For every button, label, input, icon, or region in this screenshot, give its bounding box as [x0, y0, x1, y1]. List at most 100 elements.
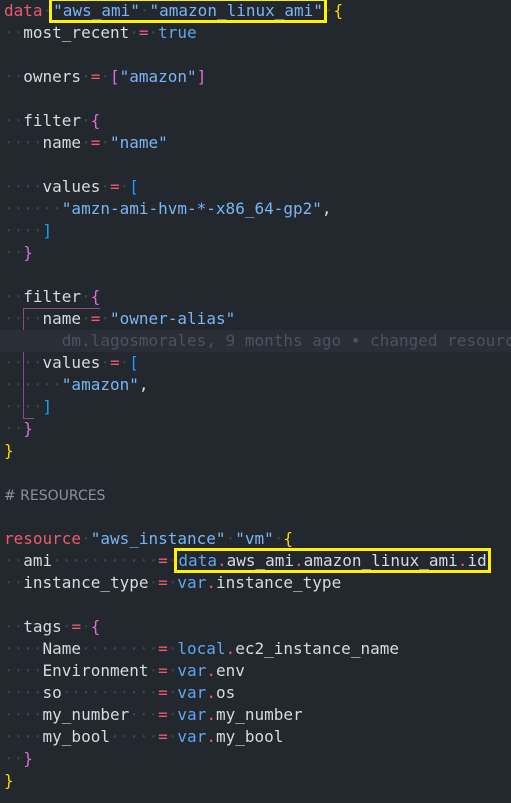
op-token: = — [90, 133, 101, 152]
id-token: , — [138, 375, 149, 394]
whitespace-marker: · — [100, 133, 110, 152]
highlight-box: "aws_ami"·"amazon_linux_ami" — [49, 0, 327, 23]
code-editor[interactable]: data·"aws_ami"·"amazon_linux_ami"·{··mos… — [0, 0, 511, 803]
id-token: name — [42, 309, 82, 328]
code-line[interactable]: ··filter·{ — [0, 110, 511, 132]
whitespace-marker: ···· — [4, 353, 43, 372]
code-line[interactable]: ····Name········=·local.ec2_instance_nam… — [0, 638, 511, 660]
whitespace-marker: · — [100, 309, 110, 328]
whitespace-marker: · — [61, 617, 72, 636]
code-line[interactable]: ····my_bool·····=·var.my_bool — [0, 726, 511, 748]
id-token: , — [321, 199, 332, 218]
whitespace-marker: ···· — [4, 177, 43, 196]
dot-token: . — [457, 551, 468, 570]
b2-token: { — [90, 617, 101, 636]
code-line[interactable]: ····] — [0, 396, 511, 418]
code-line[interactable]: } — [0, 440, 511, 462]
id-token: id — [467, 551, 487, 570]
code-line[interactable]: } — [0, 770, 511, 792]
code-line[interactable] — [0, 506, 511, 528]
op-token: = — [158, 683, 168, 702]
code-line[interactable]: data·"aws_ami"·"amazon_linux_ami"·{ — [0, 0, 511, 23]
whitespace-marker: ·· — [4, 287, 24, 306]
code-line[interactable]: ··} — [0, 748, 511, 770]
code-line[interactable]: ····] — [0, 220, 511, 242]
code-line[interactable]: resource·"aws_instance"·"vm"·{ — [0, 528, 511, 550]
code-line[interactable]: ····my_number···=·var.my_number — [0, 704, 511, 726]
b1-token: } — [4, 441, 14, 460]
id-token: aws_ami — [226, 551, 295, 570]
whitespace-marker: ······ — [4, 375, 62, 394]
id-token: amazon_linux_ami — [303, 551, 458, 570]
code-line[interactable]: ······"amazon", — [0, 374, 511, 396]
code-line-blame[interactable]: dm.lagosmorales, 9 months ago • changed … — [0, 330, 511, 352]
whitespace-marker: · — [148, 23, 159, 42]
op-token: = — [158, 661, 168, 680]
obj-token: var — [177, 661, 207, 680]
whitespace-marker: · — [273, 529, 284, 548]
git-blame-annotation[interactable]: dm.lagosmorales, 9 months ago • changed … — [62, 331, 511, 350]
code-line[interactable]: ··filter·{ — [0, 286, 511, 308]
whitespace-marker: · — [100, 67, 110, 86]
whitespace-marker: · — [81, 133, 91, 152]
code-line[interactable]: ··owners·=·["amazon"] — [0, 66, 511, 88]
id-token: name — [42, 133, 82, 152]
id-token: my_number — [42, 705, 130, 724]
code-line[interactable]: ····values·=·[ — [0, 176, 511, 198]
whitespace-marker: · — [167, 573, 178, 592]
code-line[interactable] — [0, 88, 511, 110]
kw-token: resource — [4, 529, 82, 548]
id-token: owners — [23, 67, 82, 86]
obj-token: var — [177, 683, 207, 702]
whitespace-marker: ·· — [4, 617, 24, 636]
b1-token: } — [4, 771, 14, 790]
whitespace-marker: ·········· — [61, 683, 159, 702]
code-line[interactable] — [0, 154, 511, 176]
code-line[interactable] — [0, 264, 511, 286]
code-line[interactable]: ··} — [0, 242, 511, 264]
b2-token: } — [23, 243, 33, 262]
whitespace-marker: · — [167, 683, 178, 702]
whitespace-marker: · — [167, 639, 178, 658]
code-line[interactable]: ····Environment·=·var.env — [0, 660, 511, 682]
id-token: os — [215, 683, 236, 702]
code-line[interactable]: ··ami···········=·data.aws_ami.amazon_li… — [0, 548, 511, 573]
id-token: my_bool — [215, 727, 284, 746]
b3-token: [ — [129, 353, 139, 372]
op-token: = — [158, 705, 168, 724]
code-line[interactable]: # RESOURCES — [0, 484, 511, 506]
string-token: "name" — [109, 133, 168, 152]
obj-token: var — [177, 705, 207, 724]
op-token: = — [71, 617, 82, 636]
op-token: = — [109, 353, 120, 372]
code-line[interactable]: ····values·=·[ — [0, 352, 511, 374]
whitespace-marker: ···· — [4, 397, 43, 416]
code-line[interactable]: ····so··········=·var.os — [0, 682, 511, 704]
code-line[interactable]: ··instance_type·=·var.instance_type — [0, 572, 511, 594]
code-line[interactable]: ··tags·=·{ — [0, 616, 511, 638]
op-token: = — [158, 573, 168, 592]
whitespace-marker: ·· — [4, 243, 24, 262]
code-line[interactable]: ······"amzn-ami-hvm-*-x86_64-gp2", — [0, 198, 511, 220]
whitespace-marker: · — [81, 111, 91, 130]
id-token: tags — [23, 617, 62, 636]
code-line[interactable]: ··most_recent·=·true — [0, 22, 511, 44]
id-token: most_recent — [23, 23, 130, 42]
obj-token: var — [177, 727, 207, 746]
code-line[interactable] — [0, 594, 511, 616]
code-line[interactable]: ····name·=·"owner-alias" — [0, 308, 511, 330]
code-line[interactable]: ··} — [0, 418, 511, 440]
whitespace-marker: · — [167, 727, 178, 746]
b2-token: [ — [109, 67, 120, 86]
dot-token: . — [206, 705, 216, 724]
dot-token: . — [225, 639, 236, 658]
b3-token: [ — [129, 177, 139, 196]
whitespace-marker: ····· — [109, 727, 159, 746]
code-line[interactable] — [0, 462, 511, 484]
comment-token: # RESOURCES — [4, 488, 106, 504]
op-token: = — [90, 309, 101, 328]
code-line[interactable]: ····name·=·"name" — [0, 132, 511, 154]
code-line[interactable] — [0, 44, 511, 66]
string-token: "amazon_linux_ami" — [149, 1, 323, 20]
